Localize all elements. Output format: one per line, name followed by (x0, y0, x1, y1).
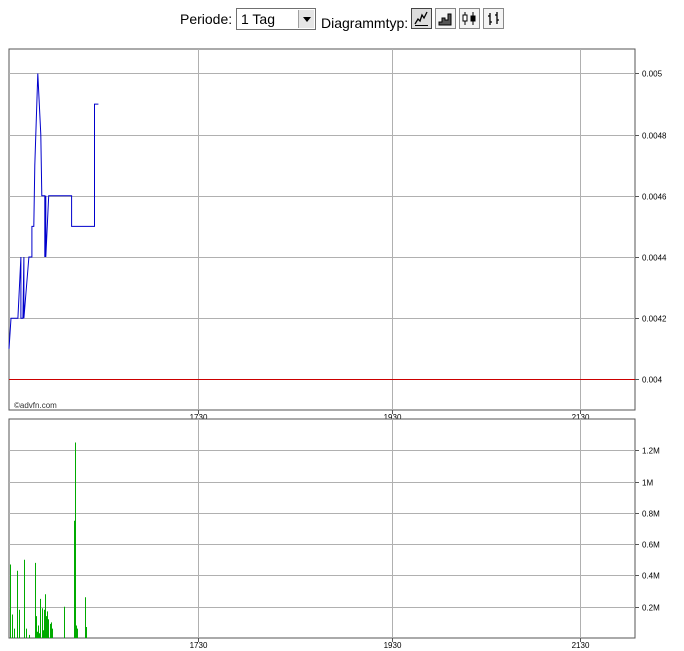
price-y-tick-label: 0.0048 (642, 132, 667, 141)
price-y-tick-label: 0.0044 (642, 254, 667, 263)
volume-y-tick-label: 1M (642, 479, 653, 488)
chart-area: 0.004 0.0042 0.0044 0.0046 0.0048 0.005 1730 19… (8, 48, 667, 650)
price-chart: 0.0040.00420.00440.00460.00480.0051730 19… (8, 48, 667, 422)
volume-plot-frame (8, 418, 636, 639)
volume-x-tick-label: 1730 (190, 641, 208, 650)
volume-y-tick-label: 0.8M (642, 510, 660, 519)
price-plot-frame (8, 48, 636, 411)
volume-y-tick-label: 0.2M (642, 604, 660, 613)
watermark-text: ©advfn.com (14, 401, 57, 410)
volume-chart: 0.2M 0.4M 0.6M 0.8M 1M 1.2M 1730 1930 2130 (8, 418, 660, 650)
volume-x-tick-label: 2130 (572, 641, 590, 650)
volume-y-tick-label: 0.6M (642, 541, 660, 550)
price-y-tick-label: 0.004 (642, 376, 663, 385)
volume-y-tick-label: 1.2M (642, 447, 660, 456)
price-y-tick-label: 0.0042 (642, 315, 667, 324)
volume-x-tick-label: 1930 (384, 641, 402, 650)
volume-y-tick-label: 0.4M (642, 572, 660, 581)
price-y-tick-label: 0.005 (642, 70, 663, 79)
price-y-tick-label: 0.0046 (642, 193, 667, 202)
